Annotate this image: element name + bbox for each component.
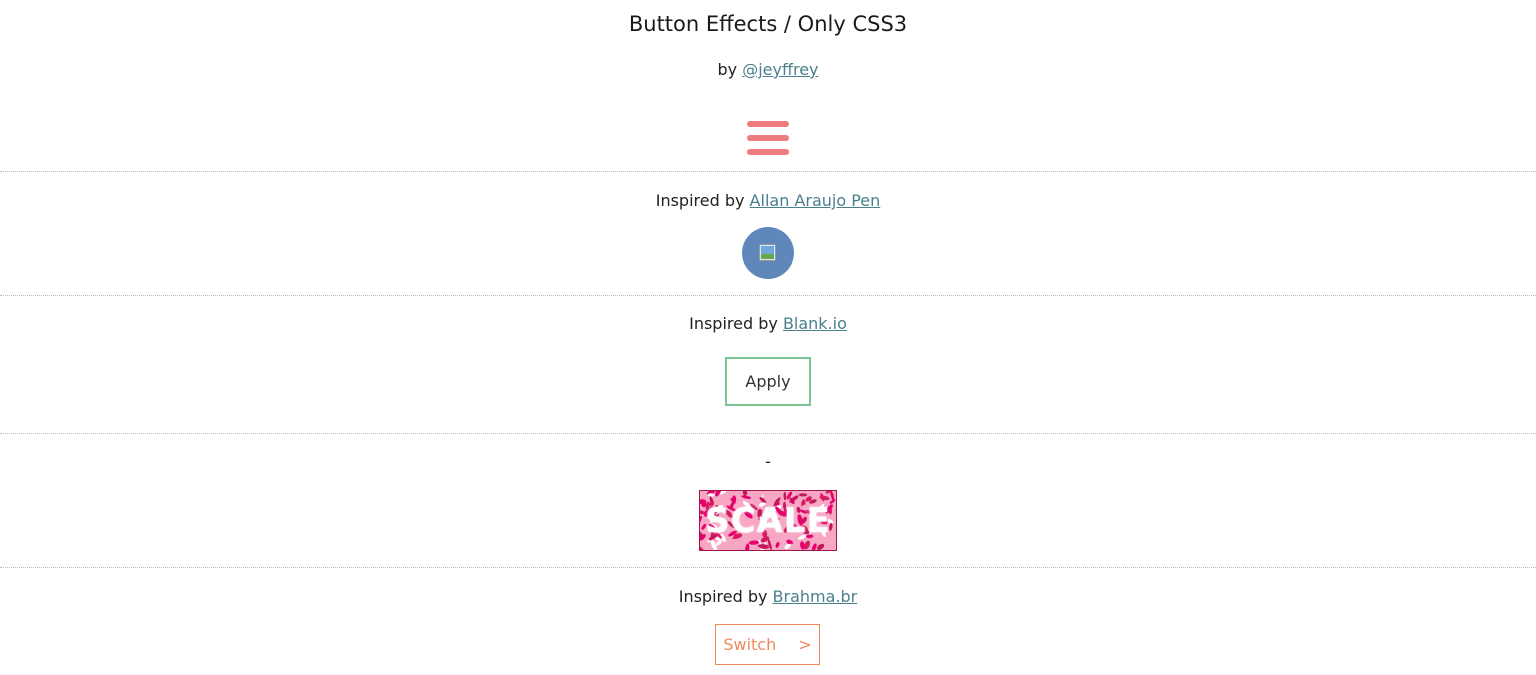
scale-button-label: SCALE [705,500,831,541]
hamburger-menu-icon[interactable] [747,121,789,157]
byline: by @jeyffrey [0,60,1536,79]
section-divider [0,171,1536,172]
caption-prefix: Inspired by [689,314,783,333]
caption-prefix: Inspired by [655,191,750,210]
chevron-right-icon: > [798,635,812,654]
hamburger-bar-middle [747,135,789,141]
section-divider [0,433,1536,434]
section-caption-blank-io: Inspired by Blank.io [0,314,1536,333]
hamburger-bar-bottom [747,149,789,155]
section-caption-dash: - [765,452,771,471]
brahma-br-link[interactable]: Brahma.br [773,587,858,606]
switch-button-label: Switch [723,635,777,654]
section-divider [0,567,1536,568]
section-caption-allan-araujo: Inspired by Allan Araujo Pen [0,191,1536,210]
caption-prefix: Inspired by [678,587,773,606]
switch-button[interactable]: Switch > [715,624,820,665]
hamburger-bar-top [747,121,789,127]
scale-button[interactable]: SCALE [699,490,837,551]
byline-prefix: by [717,60,743,79]
author-link[interactable]: @jeyffrey [742,60,818,79]
section-caption-brahma: Inspired by Brahma.br [0,587,1536,606]
allan-araujo-pen-link[interactable]: Allan Araujo Pen [750,191,881,210]
section-divider [0,295,1536,296]
blank-io-link[interactable]: Blank.io [783,314,847,333]
page-title: Button Effects / Only CSS3 [628,12,908,36]
apply-button[interactable]: Apply [725,357,811,406]
circle-image-button[interactable] [742,227,794,279]
broken-image-icon [759,244,776,261]
